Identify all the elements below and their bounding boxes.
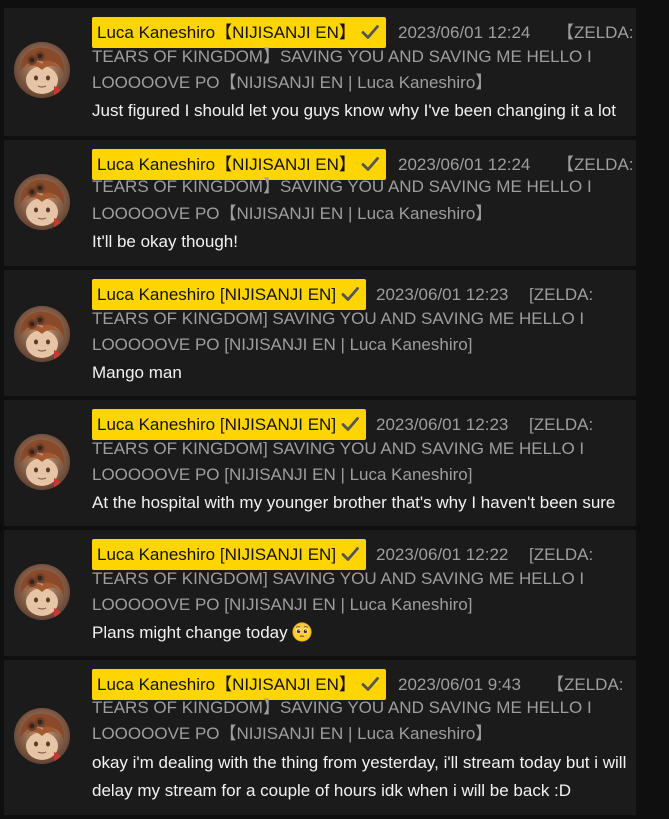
check-icon	[360, 22, 380, 42]
message-text: Just figured I should let you guys know …	[92, 101, 616, 120]
message-text: At the hospital with my younger brother …	[92, 493, 616, 512]
check-icon	[340, 284, 360, 304]
check-icon	[340, 544, 360, 564]
author-name: Luca Kaneshiro【NIJISANJI EN】	[97, 675, 356, 694]
author-name: Luca Kaneshiro [NIJISANJI EN]	[97, 545, 337, 564]
stream-title-line: LOOOOOVE PO【NIJISANJI EN | Luca Kaneshir…	[92, 204, 493, 223]
message-text: okay i'm dealing with the thing from yes…	[92, 753, 627, 800]
pleading-face-emoji-icon	[292, 622, 312, 642]
message-text: It'll be okay though!	[92, 232, 238, 251]
avatar[interactable]	[14, 708, 70, 764]
stream-title-line: LOOOOOVE PO【NIJISANJI EN | Luca Kaneshir…	[92, 724, 493, 743]
avatar[interactable]	[14, 564, 70, 620]
author-name: Luca Kaneshiro【NIJISANJI EN】	[97, 155, 356, 174]
avatar[interactable]	[14, 174, 70, 230]
chat-message-card: Luca Kaneshiro [NIJISANJI EN] 2023/06/01…	[4, 400, 636, 526]
check-icon	[360, 674, 380, 694]
chat-message-card: Luca Kaneshiro [NIJISANJI EN] 2023/06/01…	[4, 270, 636, 396]
avatar[interactable]	[14, 434, 70, 490]
avatar[interactable]	[14, 42, 70, 98]
avatar[interactable]	[14, 306, 70, 362]
check-icon	[340, 414, 360, 434]
stream-title-line: TEARS OF KINGDOM] SAVING YOU AND SAVING …	[92, 309, 585, 328]
stream-title-line: TEARS OF KINGDOM] SAVING YOU AND SAVING …	[92, 439, 585, 458]
stream-title-line: TEARS OF KINGDOM] SAVING YOU AND SAVING …	[92, 569, 585, 588]
check-icon	[360, 154, 380, 174]
stream-title-line: LOOOOOVE PO [NIJISANJI EN | Luca Kaneshi…	[92, 595, 473, 614]
stream-title-line: LOOOOOVE PO【NIJISANJI EN | Luca Kaneshir…	[92, 73, 493, 92]
stream-title-line: LOOOOOVE PO [NIJISANJI EN | Luca Kaneshi…	[92, 465, 473, 484]
message-text: Plans might change today	[92, 619, 632, 647]
message-text-content: Plans might change today	[92, 623, 288, 642]
author-name: Luca Kaneshiro [NIJISANJI EN]	[97, 415, 337, 434]
author-name: Luca Kaneshiro [NIJISANJI EN]	[97, 285, 337, 304]
author-name: Luca Kaneshiro【NIJISANJI EN】	[97, 23, 356, 42]
chat-message-card: Luca Kaneshiro【NIJISANJI EN】 2023/06/01 …	[4, 660, 636, 815]
stream-title-line: TEARS OF KINGDOM】SAVING YOU AND SAVING M…	[92, 47, 592, 66]
message-text: Mango man	[92, 363, 182, 382]
chat-message-card: Luca Kaneshiro【NIJISANJI EN】 2023/06/01 …	[4, 140, 636, 266]
chat-message-card: Luca Kaneshiro [NIJISANJI EN] 2023/06/01…	[4, 530, 636, 656]
stream-title-line: TEARS OF KINGDOM】SAVING YOU AND SAVING M…	[92, 698, 592, 717]
stream-title-line: LOOOOOVE PO [NIJISANJI EN | Luca Kaneshi…	[92, 335, 473, 354]
stream-title-line: TEARS OF KINGDOM】SAVING YOU AND SAVING M…	[92, 177, 592, 196]
chat-message-card: Luca Kaneshiro【NIJISANJI EN】 2023/06/01 …	[4, 8, 636, 136]
